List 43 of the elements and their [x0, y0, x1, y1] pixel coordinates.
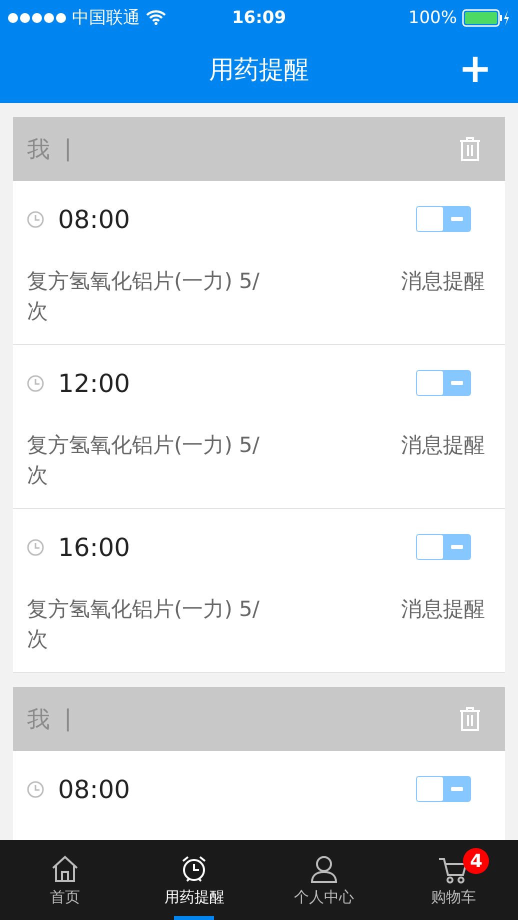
reminder-toggle[interactable]: [416, 776, 471, 802]
person-icon: [308, 854, 339, 884]
group-name: 我: [27, 706, 50, 734]
separator-mark: |: [64, 136, 73, 162]
tab-bar-item[interactable]: 用药提醒: [130, 840, 259, 920]
separator-mark: |: [64, 706, 73, 732]
medicine-dosage: 复方氢氧化铝片(一力) 5/次: [27, 268, 260, 325]
reminder-time: 08:00: [58, 774, 132, 804]
trash-icon[interactable]: [459, 137, 481, 161]
reminder-mode: 消息提醒: [401, 596, 485, 623]
minus-icon: [450, 545, 462, 549]
status-time: 16:09: [230, 8, 288, 28]
clock-icon: [27, 538, 44, 556]
page-title: 用药提醒: [209, 54, 309, 86]
add-button[interactable]: +: [454, 49, 496, 89]
minus-icon: [450, 381, 462, 385]
reminder-time: 12:00: [58, 368, 132, 398]
reminder-mode: 消息提醒: [401, 268, 485, 295]
carrier-name: 中国联通: [72, 7, 140, 29]
tab-bar-item[interactable]: 购物车 4: [388, 840, 518, 920]
tab-bar-item[interactable]: 首页: [0, 840, 130, 920]
reminder-time: 16:00: [58, 532, 132, 562]
reminder-mode: 消息提醒: [401, 432, 485, 459]
group-name: 我: [27, 136, 50, 164]
minus-icon: [450, 787, 462, 791]
clock-icon: [27, 374, 44, 392]
reminder-toggle[interactable]: [416, 370, 471, 396]
clock-icon: [27, 780, 44, 798]
wifi-icon: [146, 10, 166, 25]
signal-icon: [8, 12, 66, 22]
reminder-time: 08:00: [58, 204, 132, 234]
medicine-dosage: 复方氢氧化铝片(一力) 5/次: [27, 596, 260, 653]
tab-bar-item[interactable]: 个人中心: [259, 840, 388, 920]
reminder-toggle[interactable]: [416, 206, 471, 232]
home-icon: [50, 854, 80, 884]
minus-icon: [450, 217, 462, 221]
reminder-toggle[interactable]: [416, 534, 471, 560]
medicine-dosage: 复方氢氧化铝片(一力) 5/次: [27, 432, 260, 489]
cart-count-badge: 4: [463, 848, 490, 874]
battery-percent: 100%: [408, 8, 457, 28]
trash-icon[interactable]: [459, 707, 481, 731]
clock-icon: [27, 210, 44, 228]
battery-charging-icon: [462, 8, 510, 26]
